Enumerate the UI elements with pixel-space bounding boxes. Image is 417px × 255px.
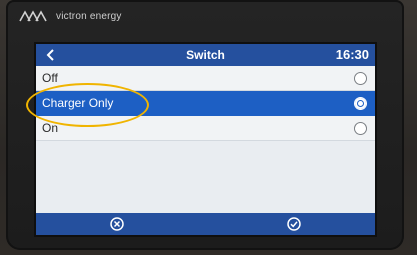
radio-unselected-icon[interactable] (354, 121, 367, 135)
option-label: Charger Only (42, 96, 114, 110)
clock: 16:30 (335, 47, 369, 62)
radio-selected-icon[interactable] (354, 96, 367, 110)
cancel-circle-icon (110, 217, 124, 231)
action-bar (36, 213, 375, 235)
option-label: On (42, 121, 59, 135)
option-on[interactable]: On (36, 116, 375, 141)
back-button[interactable] (42, 44, 60, 66)
chevron-left-icon (46, 49, 54, 61)
brand: victron energy (18, 6, 122, 26)
cancel-button[interactable] (106, 213, 128, 235)
confirm-button[interactable] (283, 213, 305, 235)
option-label: Off (42, 71, 58, 85)
device-screen: Switch 16:30 Off Charger Only On (36, 44, 375, 235)
brand-name: victron energy (56, 10, 122, 22)
page-title: Switch (186, 48, 225, 62)
title-bar: Switch 16:30 (36, 44, 375, 66)
option-list: Off Charger Only On (36, 66, 375, 141)
option-charger-only[interactable]: Charger Only (36, 91, 375, 116)
victron-logo-icon (19, 10, 47, 22)
radio-unselected-icon[interactable] (354, 71, 367, 85)
option-off[interactable]: Off (36, 66, 375, 91)
check-circle-icon (287, 217, 301, 231)
